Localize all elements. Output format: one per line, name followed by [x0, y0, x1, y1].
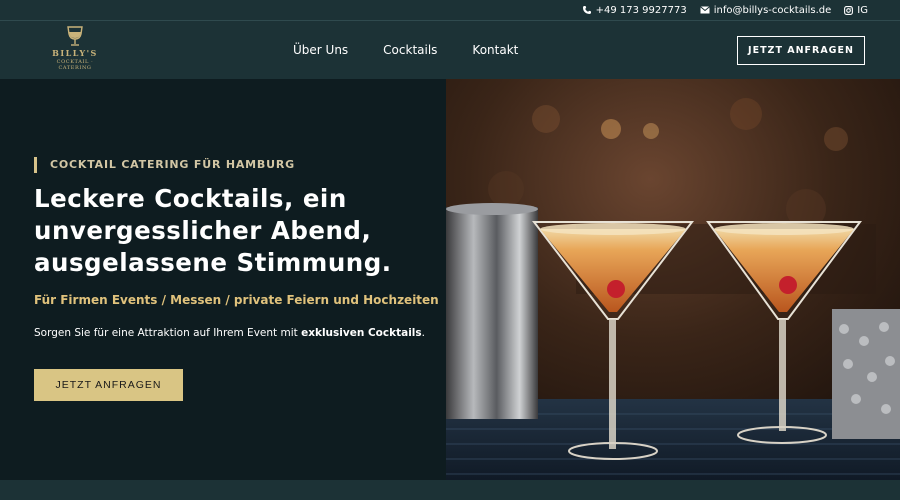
hero-eyebrow: COCKTAIL CATERING FÜR HAMBURG	[34, 157, 295, 173]
header-inquiry-button[interactable]: JETZT ANFRAGEN	[737, 36, 865, 65]
main-nav: Über Uns Cocktails Kontakt	[293, 21, 553, 79]
site-header: BILLY'S COCKTAIL · CATERING Über Uns Coc…	[0, 21, 900, 79]
hero-subheadline: Für Firmen Events / Messen / private Fei…	[34, 293, 439, 307]
headline-line: Leckere Cocktails, ein	[34, 184, 347, 213]
phone-icon	[582, 6, 591, 14]
instagram-label: IG	[857, 4, 868, 16]
cocktail-glass-icon	[67, 26, 83, 46]
phone-number: +49 173 9927773	[595, 4, 687, 16]
nav-item-kontakt[interactable]: Kontakt	[472, 43, 518, 57]
hero-text-panel: COCKTAIL CATERING FÜR HAMBURG Leckere Co…	[0, 79, 446, 480]
hero-body-text: Sorgen Sie für eine Attraktion auf Ihrem…	[34, 327, 425, 339]
headline-line: unvergesslicher Abend,	[34, 216, 372, 245]
contact-bar: +49 173 9927773 info@billys-cocktails.de…	[0, 0, 900, 21]
nav-item-cocktails[interactable]: Cocktails	[383, 43, 437, 57]
hero-image	[446, 79, 900, 480]
email-link[interactable]: info@billys-cocktails.de	[699, 4, 832, 16]
brand-tagline: COCKTAIL · CATERING	[56, 59, 94, 71]
nav-item-ueber-uns[interactable]: Über Uns	[293, 43, 348, 57]
mail-icon	[699, 6, 710, 14]
email-address: info@billys-cocktails.de	[713, 4, 832, 16]
headline-line: ausgelassene Stimmung.	[34, 248, 392, 277]
phone-link[interactable]: +49 173 9927773	[582, 5, 687, 16]
cocktail-photo	[446, 79, 900, 480]
brand-name: BILLY'S	[52, 48, 98, 58]
hero-inquiry-button[interactable]: JETZT ANFRAGEN	[34, 369, 183, 401]
instagram-link[interactable]: IG	[844, 5, 868, 16]
section-divider	[0, 480, 900, 500]
body-text-prefix: Sorgen Sie für eine Attraktion auf Ihrem…	[34, 327, 302, 339]
instagram-icon	[844, 5, 854, 15]
body-text-bold: exklusiven Cocktails	[301, 327, 422, 339]
brand-logo[interactable]: BILLY'S COCKTAIL · CATERING	[40, 25, 110, 75]
body-text-suffix: .	[421, 327, 425, 339]
hero-headline: Leckere Cocktails, ein unvergesslicher A…	[34, 183, 434, 279]
